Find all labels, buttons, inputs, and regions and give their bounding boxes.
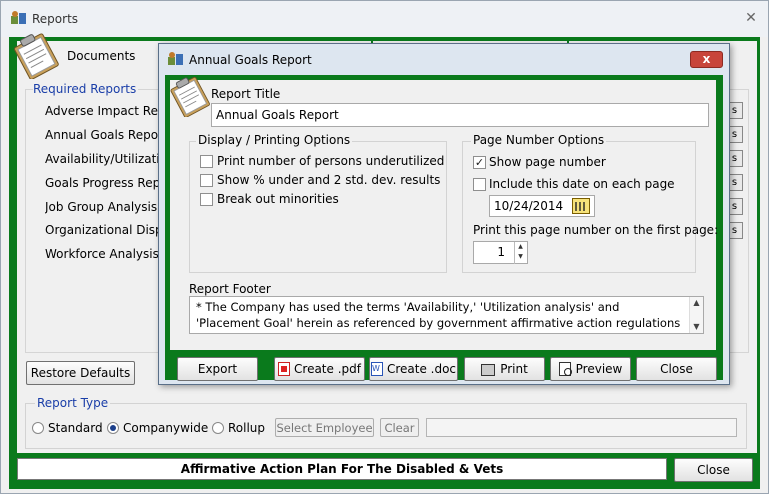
checkbox-break-out-minorities[interactable] [200,193,213,206]
main-close-button[interactable]: Close [674,458,753,482]
report-type-label: Report Type [35,396,111,410]
annual-goals-dialog: Annual Goals Report x Report Title Annua… [158,43,730,385]
report-item[interactable]: Organizational Displa [45,223,161,237]
create-doc-label: Create .doc [386,361,457,376]
report-title-input[interactable]: Annual Goals Report [211,103,709,127]
word-doc-icon [370,362,383,377]
first-page-number-label: Print this page number on the first page… [473,223,719,237]
preview-icon [558,362,572,377]
calendar-icon[interactable] [572,198,590,214]
restore-defaults-button[interactable]: Restore Defaults [26,361,135,385]
report-item[interactable]: Availability/Utilization [45,152,161,166]
checkbox-show-page-number[interactable]: ✓ [473,156,486,169]
preview-label: Preview [575,361,623,376]
pdf-icon [278,362,291,377]
printer-icon [481,363,496,376]
radio-standard[interactable] [32,422,44,434]
dialog-titlebar: Annual Goals Report [159,44,729,74]
report-item[interactable]: Annual Goals Report [45,128,161,142]
select-employee-button[interactable]: Select Employee [275,418,374,437]
checkbox-print-underutilized[interactable] [200,155,213,168]
reports-window-title: Reports [32,12,79,26]
dialog-close-button[interactable]: Close [636,357,717,381]
radio-companywide[interactable] [107,422,119,434]
display-options-label: Display / Printing Options [196,133,353,147]
preview-button[interactable]: Preview [550,357,631,381]
report-item[interactable]: Job Group Analysis R [45,200,161,214]
app-icon [11,11,26,24]
page-number-stepper[interactable]: ▲ ▼ [514,242,526,264]
checkbox-include-date[interactable] [473,178,486,191]
required-reports-label: Required Reports [33,82,139,96]
plan-title-bar: Affirmative Action Plan For The Disabled… [17,458,667,480]
checkbox-show-page-number-label: Show page number [489,155,606,169]
window-close-icon[interactable]: ✕ [740,9,762,27]
checkbox-include-date-label: Include this date on each page [489,177,675,191]
scroll-down-icon[interactable]: ▼ [690,321,703,333]
checkmark-icon: ✓ [474,156,485,169]
clipboard-icon [170,76,210,117]
radio-companywide-label: Companywide [123,421,209,435]
app-icon [168,52,183,65]
print-button[interactable]: Print [464,357,545,381]
radio-standard-label: Standard [48,421,103,435]
radio-rollup[interactable] [212,422,224,434]
report-footer-scrollbar[interactable]: ▲ ▼ [689,297,703,333]
chevron-up-icon[interactable]: ▲ [515,242,526,252]
clipboard-icon [14,33,59,79]
report-item[interactable]: Workforce Analysis R [45,247,161,261]
scroll-up-icon[interactable]: ▲ [690,297,703,309]
checkbox-break-out-minorities-label: Break out minorities [217,192,339,206]
report-item[interactable]: Adverse Impact Repo [45,104,161,118]
dialog-close-icon[interactable]: x [690,51,723,68]
print-label: Print [500,362,528,376]
employee-field[interactable] [426,418,737,437]
export-button[interactable]: Export [177,357,258,381]
dialog-title: Annual Goals Report [189,53,312,67]
tab-documents-label: Documents [67,49,136,63]
report-footer-textarea[interactable]: * The Company has used the terms 'Availa… [189,296,704,334]
create-doc-button[interactable]: Create .doc [369,357,458,381]
checkbox-show-percent-under[interactable] [200,174,213,187]
create-pdf-button[interactable]: Create .pdf [274,357,365,381]
chevron-down-icon[interactable]: ▼ [515,252,526,262]
checkbox-print-underutilized-label: Print number of persons underutilized [217,154,445,168]
create-pdf-label: Create .pdf [294,361,361,376]
radio-rollup-label: Rollup [228,421,266,435]
clear-button[interactable]: Clear [380,418,419,437]
report-title-label: Report Title [211,87,281,101]
reports-titlebar: Reports ✕ [1,1,768,37]
report-footer-label: Report Footer [189,282,271,296]
page-number-options-label: Page Number Options [471,133,607,147]
report-item[interactable]: Goals Progress Repo [45,176,161,190]
checkbox-show-percent-under-label: Show % under and 2 std. dev. results [217,173,441,187]
